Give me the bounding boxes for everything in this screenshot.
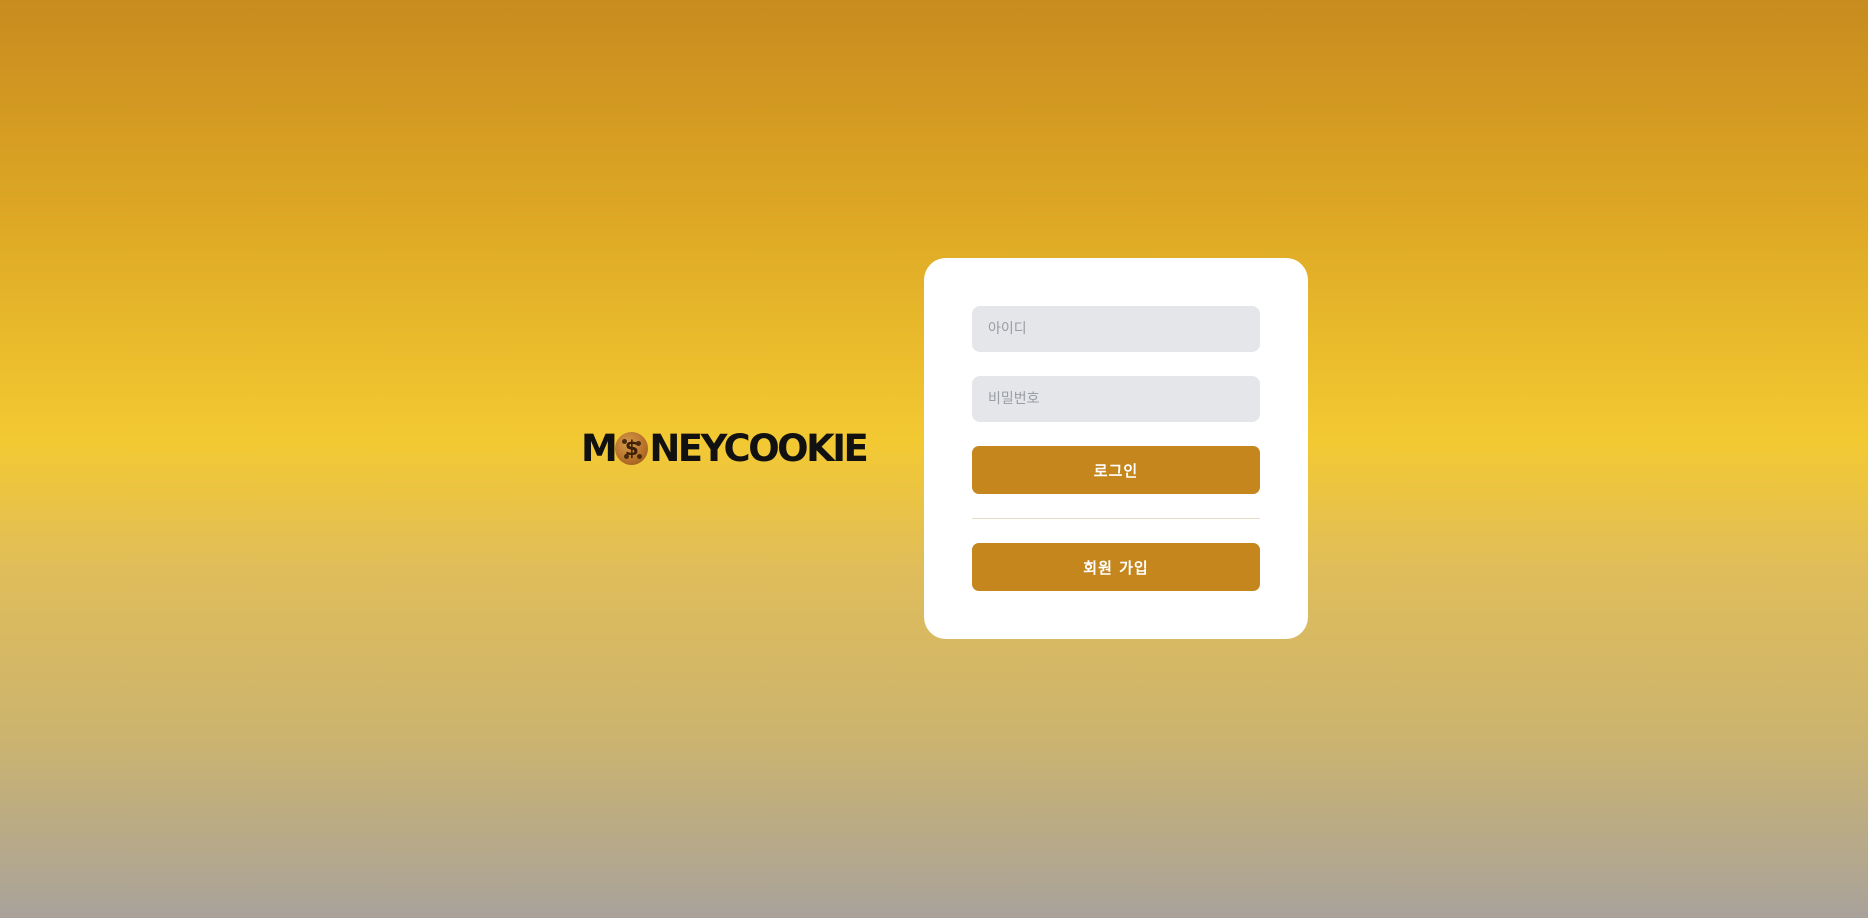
id-input[interactable] (972, 306, 1260, 352)
divider (972, 518, 1260, 519)
moneycookie-logo: M $ NEYCOOKIE (581, 426, 883, 470)
logo-text-start: M (581, 426, 618, 470)
cookie-coin-icon: $ (615, 431, 649, 465)
signup-button[interactable]: 회원 가입 (972, 543, 1260, 591)
password-input[interactable] (972, 376, 1260, 422)
dollar-sign: $ (624, 436, 639, 460)
login-card: 로그인 회원 가입 (924, 258, 1308, 639)
logo-text-end: NEYCOOKIE (649, 426, 869, 470)
login-button[interactable]: 로그인 (972, 446, 1260, 494)
